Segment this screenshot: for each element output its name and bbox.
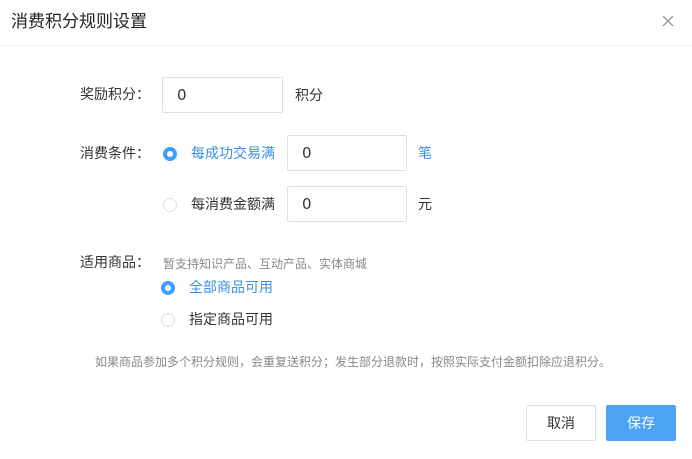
radio-specified-products[interactable] (161, 313, 175, 327)
amount-input[interactable] (287, 186, 407, 222)
close-icon[interactable] (660, 13, 676, 29)
products-hint: 暂支持知识产品、互动产品、实体商城 (163, 257, 368, 271)
rule-note: 如果商品参加多个积分规则，会重复送积分；发生部分退款时，按照实际支付金额扣除应退… (95, 355, 612, 369)
save-button[interactable]: 保存 (606, 405, 676, 441)
radio-specified-products-label[interactable]: 指定商品可用 (189, 311, 273, 329)
products-label: 适用商品： (80, 255, 150, 271)
points-rule-dialog: 消费积分规则设置 奖励积分： 积分 消费条件： 每成功交易满 笔 每消费金额满 … (0, 0, 692, 459)
transaction-count-input[interactable] (287, 135, 407, 171)
radio-per-amount-label[interactable]: 每消费金额满 (191, 196, 275, 214)
reward-points-unit: 积分 (295, 88, 323, 104)
reward-points-label: 奖励积分： (80, 87, 150, 103)
condition-label: 消费条件： (80, 146, 150, 162)
reward-points-input[interactable] (162, 77, 283, 113)
amount-unit: 元 (418, 197, 432, 213)
radio-per-amount[interactable] (163, 198, 177, 212)
radio-per-transaction-label[interactable]: 每成功交易满 (191, 145, 275, 163)
radio-all-products[interactable] (161, 281, 175, 295)
transaction-unit: 笔 (418, 146, 432, 162)
radio-per-transaction[interactable] (163, 147, 177, 161)
dialog-header: 消费积分规则设置 (0, 0, 692, 46)
dialog-title: 消费积分规则设置 (11, 12, 147, 32)
cancel-button[interactable]: 取消 (526, 405, 596, 441)
radio-all-products-label[interactable]: 全部商品可用 (189, 279, 273, 297)
